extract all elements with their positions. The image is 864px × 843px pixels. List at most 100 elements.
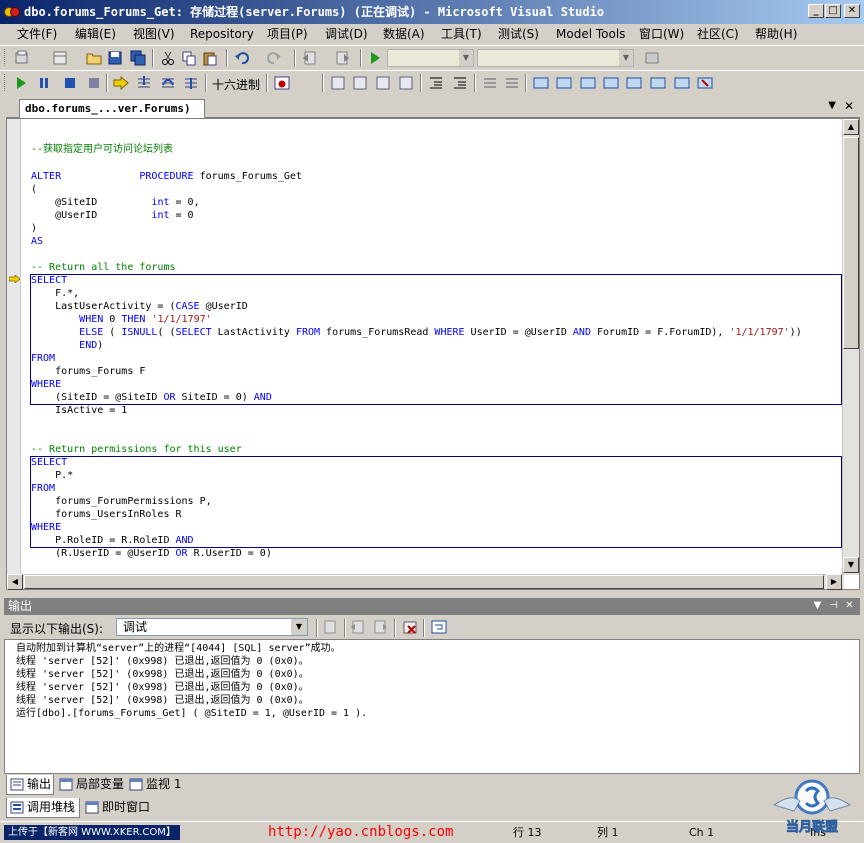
menu-community[interactable]: 社区(C) — [697, 26, 739, 42]
toggle-bookmark-icon[interactable] — [533, 75, 549, 91]
next-bookmark-folder-icon[interactable] — [626, 75, 642, 91]
tab-locals[interactable]: 局部变量 — [56, 775, 128, 795]
previous-bookmark-folder-icon[interactable] — [603, 75, 619, 91]
previous-bookmark-document-icon[interactable] — [650, 75, 666, 91]
blog-url[interactable]: http://yao.cnblogs.com — [268, 822, 453, 842]
navigate-forward-icon[interactable] — [334, 50, 350, 66]
toolbar-grip[interactable] — [4, 74, 7, 91]
menu-help[interactable]: 帮助(H) — [755, 26, 797, 42]
document-tab[interactable]: dbo.forums_...ver.Forums) — [19, 99, 205, 118]
comment-icon[interactable] — [482, 75, 498, 91]
scroll-thumb[interactable] — [24, 575, 824, 589]
window-position-icon[interactable]: ▼ — [810, 599, 825, 613]
maximize-button[interactable]: □ — [825, 4, 841, 18]
toolbar-grip[interactable] — [4, 49, 7, 66]
step-into-icon[interactable] — [136, 75, 152, 91]
clear-bookmarks-icon[interactable] — [697, 75, 713, 91]
code-line: --获取指定用户可访问论坛列表 — [31, 143, 173, 156]
code-token: THEN — [121, 314, 146, 325]
copy-icon[interactable] — [181, 50, 197, 66]
next-bookmark-document-icon[interactable] — [674, 75, 690, 91]
uncomment-icon[interactable] — [504, 75, 520, 91]
scroll-up-button[interactable]: ▲ — [843, 119, 859, 135]
solution-config-combo[interactable]: ▼ — [387, 49, 474, 67]
menu-repository[interactable]: Repository — [190, 26, 254, 42]
open-file-icon[interactable] — [86, 50, 102, 66]
restart-icon[interactable] — [86, 75, 102, 91]
scroll-thumb[interactable] — [843, 137, 859, 349]
menu-debug[interactable]: 调试(D) — [325, 26, 368, 42]
step-over-icon[interactable] — [160, 75, 176, 91]
horizontal-scrollbar[interactable]: ◀ ▶ — [7, 574, 844, 590]
navigate-backward-icon[interactable] — [302, 50, 318, 66]
breakpoints-window-icon[interactable] — [274, 75, 290, 91]
scroll-right-button[interactable]: ▶ — [826, 574, 842, 590]
tab-immediate[interactable]: 即时窗口 — [82, 798, 156, 818]
code-line: WHERE — [31, 521, 61, 534]
save-icon[interactable] — [107, 50, 123, 66]
menu-file[interactable]: 文件(F) — [17, 26, 57, 42]
find-in-files-icon[interactable] — [644, 50, 660, 66]
add-item-icon[interactable] — [52, 50, 68, 66]
menu-project[interactable]: 项目(P) — [267, 26, 308, 42]
code-token: )) — [789, 327, 802, 338]
increase-indent-icon[interactable] — [452, 75, 468, 91]
vertical-scrollbar[interactable]: ▲ ▼ — [842, 119, 859, 575]
hexadecimal-toggle[interactable]: 十六进制 — [212, 76, 260, 93]
tab-watch[interactable]: 监视 1 — [126, 775, 188, 795]
show-next-statement-icon[interactable] — [113, 75, 129, 91]
menu-view[interactable]: 视图(V) — [133, 26, 175, 42]
active-files-dropdown[interactable]: ▼ — [828, 100, 836, 111]
menu-data[interactable]: 数据(A) — [383, 26, 425, 42]
scroll-left-button[interactable]: ◀ — [7, 574, 23, 590]
chevron-down-icon[interactable]: ▼ — [291, 619, 307, 635]
close-document-button[interactable]: ✕ — [844, 99, 854, 113]
next-bookmark-icon[interactable] — [580, 75, 596, 91]
break-all-icon[interactable] — [36, 75, 52, 91]
cut-icon[interactable] — [160, 50, 176, 66]
tab-output[interactable]: 输出 — [6, 775, 54, 795]
stop-debugging-icon[interactable] — [62, 75, 78, 91]
undo-icon[interactable] — [234, 50, 250, 66]
toolbar-separator — [152, 49, 154, 67]
text-editor-icon[interactable] — [352, 75, 368, 91]
next-message-icon[interactable] — [372, 619, 388, 635]
clear-all-icon[interactable] — [402, 619, 418, 635]
close-panel-button[interactable]: ✕ — [842, 599, 857, 613]
output-line: 线程 'server [52]' (0x998) 已退出,返回值为 0 (0x0… — [16, 656, 309, 667]
indicator-margin[interactable] — [7, 119, 21, 575]
toggle-word-wrap-icon[interactable] — [431, 619, 447, 635]
output-source-select[interactable]: 调试 ▼ — [116, 618, 308, 636]
solution-platform-combo[interactable]: ▼ — [477, 49, 634, 67]
step-out-icon[interactable] — [183, 75, 199, 91]
text-editor-icon[interactable] — [375, 75, 391, 91]
previous-message-icon[interactable] — [350, 619, 366, 635]
scroll-down-button[interactable]: ▼ — [843, 557, 859, 573]
start-debugging-icon[interactable] — [367, 50, 383, 66]
text-editor-icon[interactable] — [398, 75, 414, 91]
add-project-icon[interactable] — [14, 50, 30, 66]
menu-test[interactable]: 测试(S) — [498, 26, 539, 42]
minimize-button[interactable]: _ — [808, 4, 824, 18]
close-button[interactable]: ✕ — [844, 4, 860, 18]
toolbar-separator — [344, 619, 346, 637]
auto-hide-pin-icon[interactable]: ⊣ — [826, 599, 841, 613]
toolbar-separator — [205, 74, 207, 92]
save-all-icon[interactable] — [130, 50, 146, 66]
menu-edit[interactable]: 编辑(E) — [75, 26, 116, 42]
menu-tools[interactable]: 工具(T) — [441, 26, 482, 42]
find-message-icon[interactable] — [322, 619, 338, 635]
menu-window[interactable]: 窗口(W) — [639, 26, 684, 42]
tab-call-stack[interactable]: 调用堆栈 — [6, 798, 80, 818]
paste-icon[interactable] — [202, 50, 218, 66]
code-editor[interactable]: --获取指定用户可访问论坛列表 ALTER PROCEDURE forums_Fo… — [6, 118, 860, 590]
output-text-area[interactable]: 自动附加到计算机“server”上的进程“[4044] [SQL] server… — [4, 639, 860, 774]
decrease-indent-icon[interactable] — [428, 75, 444, 91]
code-line: ) — [31, 222, 37, 235]
menu-model-tools[interactable]: Model Tools — [556, 26, 625, 42]
code-token: FROM — [295, 327, 321, 338]
redo-icon[interactable] — [266, 50, 282, 66]
continue-icon[interactable] — [13, 75, 29, 91]
text-editor-icon[interactable] — [330, 75, 346, 91]
previous-bookmark-icon[interactable] — [556, 75, 572, 91]
